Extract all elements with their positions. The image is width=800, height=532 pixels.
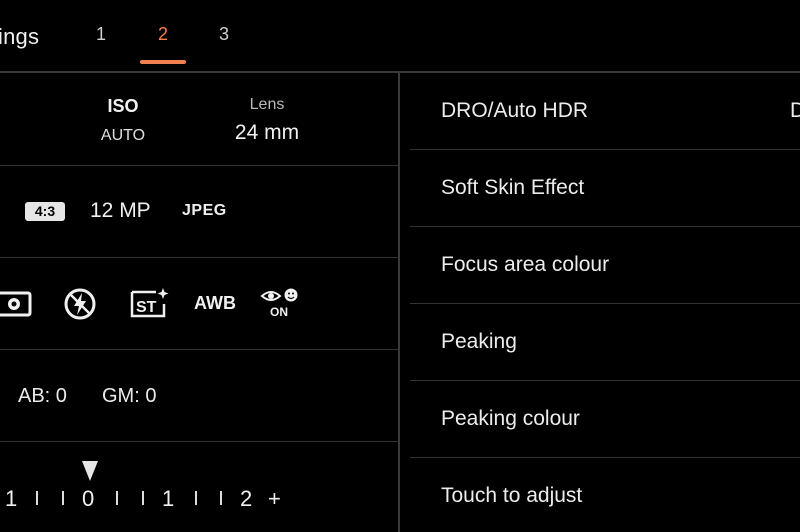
flash-off-icon[interactable] — [63, 287, 97, 321]
setting-value: D — [790, 99, 800, 122]
scale-label: 1 — [5, 486, 18, 511]
resolution-value[interactable]: 12 MP — [90, 199, 151, 223]
camera-settings-screen: ings 1 2 3 ISO AUTO Lens 24 mm 4:3 12 MP… — [0, 0, 800, 532]
svg-text:ST: ST — [136, 299, 157, 316]
setting-peaking-colour[interactable]: Peaking colour — [410, 381, 800, 457]
scale-label: 1 — [162, 486, 175, 511]
red-eye-reduction-icon[interactable] — [260, 287, 300, 305]
tab-2[interactable]: 2 — [143, 24, 183, 45]
scale-label: 2 — [240, 486, 253, 511]
iso-label[interactable]: ISO — [98, 96, 148, 117]
setting-focus-area-colour[interactable]: Focus area colour — [410, 227, 800, 303]
active-tab-indicator — [140, 60, 186, 64]
exposure-pointer-icon — [82, 461, 98, 481]
scale-tick — [142, 491, 144, 505]
wb-ab-value[interactable]: AB: 0 — [18, 385, 67, 408]
file-format-value[interactable]: JPEG — [182, 202, 227, 220]
scale-tick — [62, 491, 64, 505]
setting-label: Soft Skin Effect — [441, 176, 585, 199]
setting-soft-skin-effect[interactable]: Soft Skin Effect — [410, 150, 800, 226]
metering-icon[interactable] — [0, 290, 34, 318]
scale-label-current[interactable]: 0 — [82, 486, 94, 512]
row-divider — [0, 441, 398, 442]
setting-label: Peaking colour — [441, 407, 580, 430]
lens-value[interactable]: 24 mm — [222, 121, 312, 145]
settings-list: DRO/Auto HDR D Soft Skin Effect Focus ar… — [400, 73, 800, 532]
red-eye-status: ON — [270, 305, 288, 319]
setting-peaking[interactable]: Peaking — [410, 304, 800, 380]
scale-tick — [116, 491, 118, 505]
iso-value[interactable]: AUTO — [90, 127, 156, 145]
settings-header: ings 1 2 3 — [0, 0, 800, 72]
steady-shot-icon[interactable]: ST — [128, 286, 170, 320]
scale-plus-label: + — [268, 486, 281, 511]
setting-label: Touch to adjust — [441, 484, 583, 507]
scale-tick — [36, 491, 38, 505]
row-divider — [0, 257, 398, 258]
tab-1[interactable]: 1 — [81, 24, 121, 45]
scale-tick — [220, 491, 222, 505]
setting-label: Peaking — [441, 330, 517, 353]
aspect-ratio-badge[interactable]: 4:3 — [25, 202, 65, 221]
row-divider — [0, 165, 398, 166]
awb-label[interactable]: AWB — [194, 293, 236, 314]
scale-tick — [195, 491, 197, 505]
lens-label[interactable]: Lens — [232, 96, 302, 114]
row-divider — [0, 349, 398, 350]
setting-dro-auto-hdr[interactable]: DRO/Auto HDR D — [410, 73, 800, 149]
setting-touch-to-adjust[interactable]: Touch to adjust — [410, 458, 800, 532]
page-title: ings — [0, 24, 40, 49]
setting-label: DRO/Auto HDR — [441, 99, 589, 122]
setting-label: Focus area colour — [441, 253, 610, 276]
tab-3[interactable]: 3 — [204, 24, 244, 45]
wb-gm-value[interactable]: GM: 0 — [102, 385, 156, 408]
